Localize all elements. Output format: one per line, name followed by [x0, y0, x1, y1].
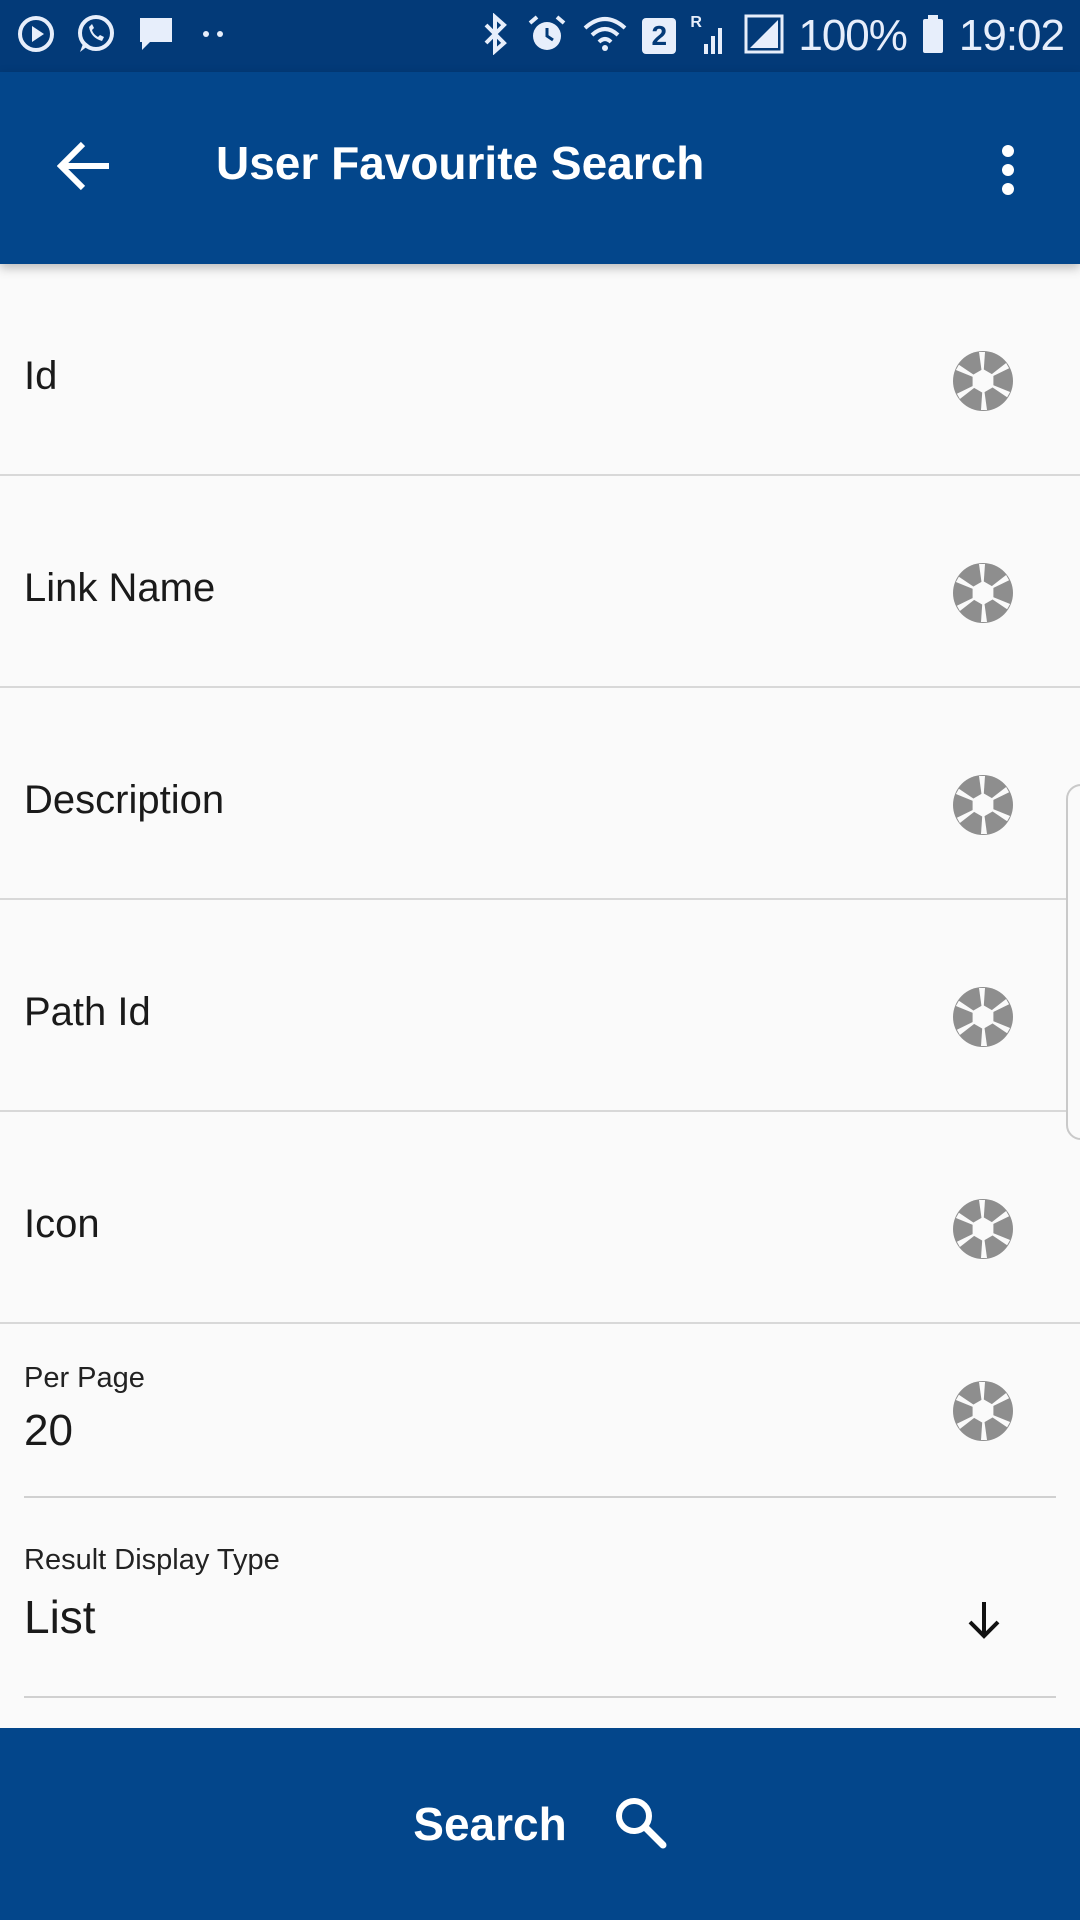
status-bar: 2 R 100% 19:02 [0, 0, 1080, 72]
aperture-icon[interactable] [952, 562, 1014, 624]
result-display-type-select[interactable]: Result Display Type List [24, 1498, 1056, 1698]
search-form: Id Link Name Description Path Id Icon Pe… [0, 264, 1080, 1698]
field-label: Icon [24, 1202, 100, 1246]
more-vert-icon [1000, 144, 1016, 201]
field-label: Link Name [24, 566, 216, 610]
sim-2-badge: 2 [642, 18, 677, 54]
aperture-icon[interactable] [952, 1198, 1014, 1260]
message-icon [136, 14, 176, 59]
battery-icon [921, 13, 945, 60]
per-page-label: Per Page [24, 1362, 145, 1394]
field-label: Path Id [24, 990, 151, 1034]
search-button[interactable]: Search [0, 1728, 1080, 1920]
media-play-icon [16, 14, 56, 59]
battery-percent: 100% [798, 11, 908, 60]
search-icon [613, 1795, 667, 1854]
arrow-down-icon[interactable] [964, 1598, 1004, 1642]
overflow-menu-button[interactable] [978, 132, 1038, 212]
back-button[interactable] [40, 128, 130, 208]
bluetooth-icon [478, 12, 512, 60]
result-display-type-label: Result Display Type [24, 1544, 280, 1576]
app-bar: User Favourite Search [0, 72, 1080, 264]
search-button-label: Search [413, 1798, 567, 1850]
id-field[interactable]: Id [0, 264, 1080, 476]
aperture-icon[interactable] [952, 1380, 1014, 1442]
per-page-field[interactable]: Per Page 20 [24, 1324, 1056, 1498]
roaming-signal-icon: R [690, 14, 730, 58]
aperture-icon[interactable] [952, 986, 1014, 1048]
field-label: Description [24, 778, 225, 822]
result-display-type-value[interactable]: List [24, 1590, 96, 1644]
signal-icon [744, 12, 784, 61]
aperture-icon[interactable] [952, 350, 1014, 412]
clock: 19:02 [958, 11, 1065, 60]
aperture-icon[interactable] [952, 774, 1014, 836]
description-field[interactable]: Description [0, 688, 1080, 900]
per-page-value[interactable]: 20 [24, 1406, 73, 1456]
arrow-back-icon [56, 140, 113, 197]
alarm-icon [526, 13, 568, 60]
path-id-field[interactable]: Path Id [0, 900, 1080, 1112]
page-title: User Favourite Search [216, 137, 705, 189]
whatsapp-icon [74, 12, 118, 61]
field-label: Id [24, 354, 58, 398]
icon-field[interactable]: Icon [0, 1112, 1080, 1324]
scrollbar-handle[interactable] [1066, 784, 1080, 1140]
wifi-icon [582, 14, 628, 59]
link-name-field[interactable]: Link Name [0, 476, 1080, 688]
more-notifications-icon [194, 14, 234, 59]
